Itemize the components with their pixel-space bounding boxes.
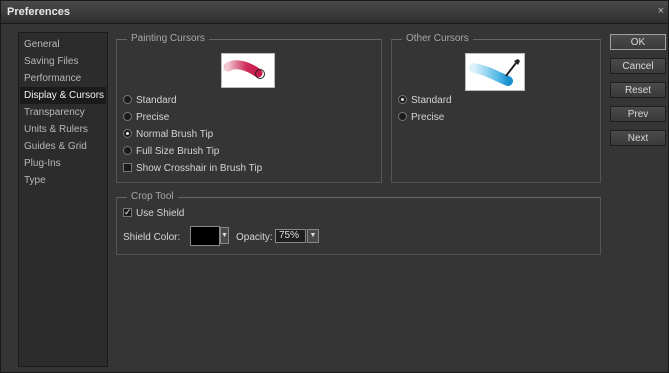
opacity-label: Opacity: bbox=[236, 232, 273, 243]
prev-button[interactable]: Prev bbox=[610, 106, 666, 122]
show-crosshair-label: Show Crosshair in Brush Tip bbox=[136, 163, 263, 174]
reset-button[interactable]: Reset bbox=[610, 82, 666, 98]
painting-standard-label: Standard bbox=[136, 95, 177, 106]
show-crosshair-checkbox[interactable]: Show Crosshair in Brush Tip bbox=[123, 162, 262, 176]
radio-indicator-selected[interactable] bbox=[398, 94, 407, 104]
painting-cursors-title: Painting Cursors bbox=[127, 33, 209, 44]
brush-stroke-preview-icon bbox=[221, 53, 275, 88]
radio-indicator-selected[interactable] bbox=[123, 128, 132, 138]
use-shield-checkbox[interactable]: ✓ Use Shield bbox=[123, 207, 184, 221]
sidebar-item-performance[interactable]: Performance bbox=[20, 70, 106, 87]
painting-precise-radio[interactable]: Precise bbox=[123, 111, 169, 125]
other-precise-radio[interactable]: Precise bbox=[398, 111, 444, 125]
other-standard-label: Standard bbox=[411, 95, 452, 106]
radio-indicator[interactable] bbox=[123, 94, 132, 104]
checkbox-indicator-checked[interactable]: ✓ bbox=[123, 207, 132, 217]
sidebar-item-display-cursors[interactable]: Display & Cursors bbox=[20, 87, 106, 104]
sidebar-item-units-rulers[interactable]: Units & Rulers bbox=[20, 121, 106, 138]
crop-tool-title: Crop Tool bbox=[127, 191, 178, 202]
shield-color-label: Shield Color: bbox=[123, 232, 181, 243]
other-standard-radio[interactable]: Standard bbox=[398, 94, 452, 108]
checkbox-indicator[interactable] bbox=[123, 162, 132, 172]
sidebar-item-saving-files[interactable]: Saving Files bbox=[20, 53, 106, 70]
painting-cursors-group: Painting Cursors Standard Precise Normal… bbox=[116, 33, 382, 183]
opacity-dropdown-arrow-icon[interactable]: ▼ bbox=[307, 229, 319, 243]
sidebar-item-general[interactable]: General bbox=[20, 36, 106, 53]
sidebar-item-plug-ins[interactable]: Plug-Ins bbox=[20, 155, 106, 172]
radio-indicator[interactable] bbox=[398, 111, 407, 121]
painting-full-size-brush-tip-radio[interactable]: Full Size Brush Tip bbox=[123, 145, 219, 159]
painting-full-size-brush-tip-label: Full Size Brush Tip bbox=[136, 146, 220, 157]
painting-normal-brush-tip-radio[interactable]: Normal Brush Tip bbox=[123, 128, 213, 142]
title-bar: Preferences × bbox=[1, 1, 668, 24]
shield-color-dropdown-arrow-icon[interactable]: ▼ bbox=[220, 227, 229, 244]
painting-precise-label: Precise bbox=[136, 112, 170, 123]
radio-indicator[interactable] bbox=[123, 145, 132, 155]
category-list: General Saving Files Performance Display… bbox=[18, 32, 108, 367]
sidebar-item-type[interactable]: Type bbox=[20, 172, 106, 189]
dialog-title: Preferences bbox=[7, 6, 70, 18]
other-cursors-group: Other Cursors Standard Precise bbox=[391, 33, 601, 183]
painting-normal-brush-tip-label: Normal Brush Tip bbox=[136, 129, 214, 140]
preferences-dialog: Preferences × General Saving Files Perfo… bbox=[0, 0, 669, 373]
use-shield-label: Use Shield bbox=[136, 208, 185, 219]
radio-indicator[interactable] bbox=[123, 111, 132, 121]
crop-tool-group: Crop Tool ✓ Use Shield Shield Color: ▼ Op… bbox=[116, 191, 601, 255]
painting-standard-radio[interactable]: Standard bbox=[123, 94, 177, 108]
sidebar-item-guides-grid[interactable]: Guides & Grid bbox=[20, 138, 106, 155]
ok-button[interactable]: OK bbox=[610, 34, 666, 50]
close-icon[interactable]: × bbox=[658, 5, 664, 17]
other-precise-label: Precise bbox=[411, 112, 445, 123]
shield-color-swatch[interactable] bbox=[190, 226, 220, 246]
eyedropper-preview-icon bbox=[465, 53, 525, 91]
next-button[interactable]: Next bbox=[610, 130, 666, 146]
opacity-select[interactable]: 75% bbox=[275, 229, 306, 243]
cancel-button[interactable]: Cancel bbox=[610, 58, 666, 74]
sidebar-item-transparency[interactable]: Transparency bbox=[20, 104, 106, 121]
other-cursors-title: Other Cursors bbox=[402, 33, 473, 44]
